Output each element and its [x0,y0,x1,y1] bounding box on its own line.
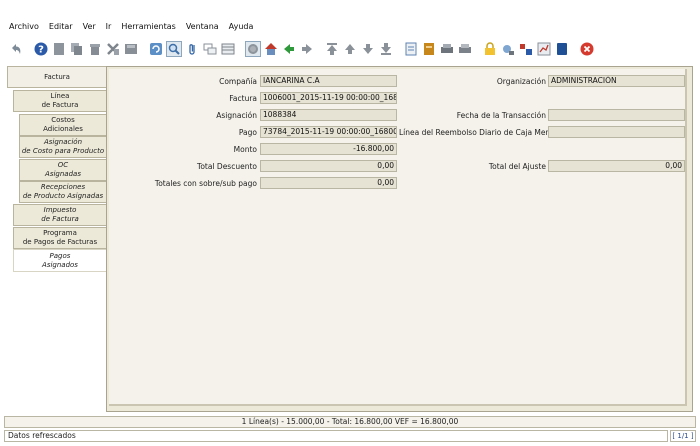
menu-herramientas[interactable]: Herramientas [117,22,182,31]
menu-ir[interactable]: Ir [102,22,118,31]
svg-text:?: ? [38,45,44,56]
total-ajuste-label: Total del Ajuste [488,162,546,171]
tab-label: Asignación de Costo para Producto [21,138,105,155]
tab-label: Factura [44,72,70,81]
totales-sobre-sub-label: Totales con sobre/sub pago [154,179,257,188]
tab-label: Recepciones de Producto Asignadas [22,183,104,200]
menu-editar[interactable]: Editar [45,22,79,31]
asignacion-label: Asignación [216,111,257,120]
organizacion-field[interactable]: ADMINISTRACIÓN [548,75,685,87]
tab-label: Impuesto de Factura [41,206,79,223]
factura-field[interactable]: 1006001_2015-11-19 00:00:00_16800.00 [260,92,397,104]
save-icon[interactable] [123,41,139,57]
status-bar: Datos refrescados [ 1/1 ] [4,430,696,442]
new-icon[interactable] [51,41,67,57]
report-icon[interactable] [403,41,419,57]
lock-icon[interactable] [482,41,498,57]
tab-pagos-asignados[interactable]: Pagos Asignados [13,249,107,272]
tab-recepciones-asignadas[interactable]: Recepciones de Producto Asignadas [19,181,107,203]
attachment-icon[interactable] [184,41,200,57]
request-icon[interactable] [554,41,570,57]
tab-costos-adicionales[interactable]: Costos Adicionales [19,114,107,136]
home-icon[interactable] [263,41,279,57]
total-descuento-label: Total Descuento [197,162,257,171]
next-record-icon[interactable] [360,41,376,57]
tab-label: Costos Adicionales [43,116,83,133]
previous-record-icon[interactable] [342,41,358,57]
record-count[interactable]: [ 1/1 ] [670,430,696,442]
menu-ayuda[interactable]: Ayuda [225,22,260,31]
monto-field[interactable]: -16.800,00 [260,143,397,155]
tab-label: Línea de Factura [41,92,79,109]
compania-field[interactable]: IANCARINA C.A [260,75,397,87]
last-record-icon[interactable] [378,41,394,57]
fecha-transaccion-field[interactable] [548,109,685,121]
copy-icon[interactable] [69,41,85,57]
tab-programa-pagos[interactable]: Programa de Pagos de Facturas [13,227,107,249]
grid-toggle-icon[interactable] [220,41,236,57]
menu-bar: Archivo Editar Ver Ir Herramientas Venta… [0,18,700,35]
find-icon[interactable] [166,41,182,57]
factura-label: Factura [229,94,257,103]
compania-label: Compañía [219,77,257,86]
workflow-icon[interactable] [536,41,552,57]
print-icon[interactable] [439,41,455,57]
undo-icon[interactable] [8,41,24,57]
fecha-transaccion-label: Fecha de la Transacción [456,111,546,120]
tab-impuesto-factura[interactable]: Impuesto de Factura [13,204,107,226]
asignacion-field[interactable]: 1088384 [260,109,397,121]
product-info-icon[interactable] [518,41,534,57]
print-preview-icon[interactable] [457,41,473,57]
menu-archivo[interactable]: Archivo [0,22,45,31]
pago-field[interactable]: 73784_2015-11-19 00:00:00_16800.00_0 [260,126,397,138]
pago-label: Pago [238,128,257,137]
organizacion-label: Organización [496,77,546,86]
tab-oc-asignadas[interactable]: OC Asignadas [19,159,107,181]
linea-reembolso-label: Línea del Reembolso Diario de Caja Menor [399,128,558,137]
first-record-icon[interactable] [324,41,340,57]
tab-label: Programa de Pagos de Facturas [22,229,98,246]
delete-icon[interactable] [87,41,103,57]
monto-label: Monto [233,145,257,154]
menu-ventana[interactable]: Ventana [182,22,225,31]
tab-asignacion-costo[interactable]: Asignación de Costo para Producto [19,136,107,158]
total-descuento-field[interactable]: 0,00 [260,160,397,172]
menu-ver[interactable]: Ver [79,22,102,31]
history-icon[interactable] [245,41,261,57]
summary-bar: 1 Línea(s) - 15.000,00 - Total: 16.800,0… [4,416,696,428]
delete-selection-icon[interactable] [105,41,121,57]
linea-reembolso-field[interactable] [548,126,685,138]
toolbar: ? [0,38,700,60]
help-icon[interactable]: ? [33,41,49,57]
record-panel: Compañía IANCARINA C.A Organización ADMI… [106,66,693,412]
status-message: Datos refrescados [4,430,668,442]
zoom-across-icon[interactable] [500,41,516,57]
forward-icon[interactable] [299,41,315,57]
close-icon[interactable] [579,41,595,57]
totales-sobre-sub-field[interactable]: 0,00 [260,177,397,189]
back-icon[interactable] [281,41,297,57]
tab-linea-factura[interactable]: Línea de Factura [13,90,107,112]
total-ajuste-field[interactable]: 0,00 [548,160,685,172]
chat-icon[interactable] [202,41,218,57]
archive-icon[interactable] [421,41,437,57]
tab-label: Pagos Asignados [42,251,78,269]
refresh-icon[interactable] [148,41,164,57]
tab-factura[interactable]: Factura [7,66,107,88]
form-area: Compañía IANCARINA C.A Organización ADMI… [109,69,687,406]
tab-label: OC Asignadas [45,161,81,178]
